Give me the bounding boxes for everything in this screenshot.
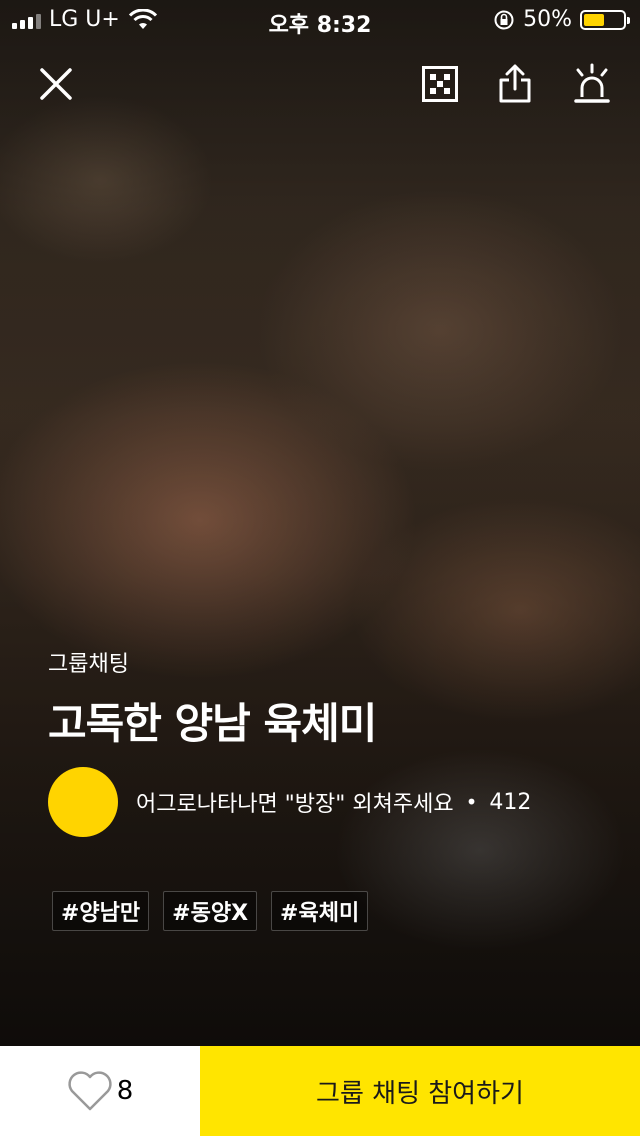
close-button[interactable] (32, 60, 80, 108)
share-button[interactable] (491, 60, 539, 108)
like-button[interactable]: 8 (0, 1046, 200, 1136)
hashtag-list: #양남만 #동양X #육체미 (52, 891, 369, 931)
room-description: 어그로나타나면 "방장" 외쳐주세요 (136, 792, 454, 817)
background-overlay (0, 0, 640, 1046)
room-title: 고독한 양남 육체미 (48, 699, 377, 748)
siren-icon (574, 63, 610, 103)
status-bar: LG U+ 오후 8:32 50% (0, 0, 640, 40)
rotation-lock-icon (494, 10, 514, 29)
room-type-label: 그룹채팅 (48, 652, 129, 677)
qr-code-icon (422, 66, 458, 102)
join-group-chat-button[interactable]: 그룹 채팅 참여하기 (200, 1046, 640, 1136)
bottom-action-bar: 8 그룹 채팅 참여하기 (0, 1046, 640, 1136)
top-toolbar (0, 60, 640, 110)
battery-percent: 50% (523, 7, 572, 32)
hashtag[interactable]: #육체미 (271, 891, 369, 931)
heart-icon (68, 1071, 112, 1111)
status-right: 50% (493, 7, 630, 32)
hashtag[interactable]: #양남만 (52, 891, 150, 931)
room-description-row: 어그로나타나면 "방장" 외쳐주세요 • 412 (136, 786, 531, 818)
room-host-row: 어그로나타나면 "방장" 외쳐주세요 • 412 (48, 767, 531, 837)
report-button[interactable] (568, 60, 616, 108)
close-icon (40, 68, 72, 100)
share-icon (499, 64, 531, 103)
join-button-label: 그룹 채팅 참여하기 (316, 1078, 524, 1109)
hashtag[interactable]: #동양X (163, 891, 258, 931)
member-count: 412 (489, 789, 532, 815)
separator-dot: • (465, 790, 478, 814)
battery-icon (580, 9, 630, 30)
like-count: 8 (116, 1076, 134, 1106)
avatar[interactable] (48, 767, 118, 837)
qr-code-button[interactable] (416, 60, 464, 108)
